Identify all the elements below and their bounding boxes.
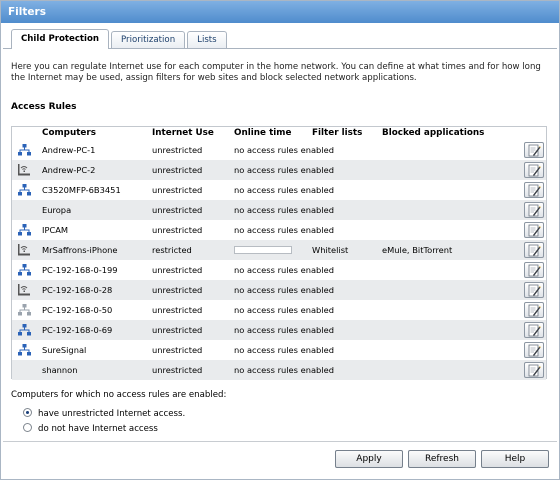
access-rules-table: Computers Internet Use Online time Filte… [11,126,547,380]
computer-name: PC-192-168-0-50 [42,305,113,315]
online-time-value: no access rules enabled [234,285,334,295]
column-header-internet-use: Internet Use [152,128,214,138]
table-row: Andrew-PC-1 unrestricted no access rules e… [12,140,546,160]
table-header: Computers Internet Use Online time Filte… [12,127,546,140]
access-rules-heading: Access Rules [11,102,77,112]
filter-list-value: Whitelist [312,245,349,255]
refresh-button[interactable]: Refresh [408,450,476,468]
edit-button[interactable] [524,262,544,278]
network-lan-inactive-icon [18,300,32,320]
wireless-device-icon [18,280,32,300]
option-no-internet[interactable]: do not have Internet access [23,423,158,434]
table-row: PC-192-168-0-199 unrestricted no access ru… [12,260,546,280]
intro-text: Here you can regulate Internet use for e… [11,62,541,83]
button-bar: Apply Refresh Help [3,441,557,479]
option-no-internet-label: do not have Internet access [38,424,158,434]
internet-use-value: restricted [152,245,192,255]
online-time-value: no access rules enabled [234,185,334,195]
online-time-bar [234,246,292,254]
network-lan-icon [18,220,32,240]
network-lan-icon [18,140,32,160]
column-header-online-time: Online time [234,128,292,138]
internet-use-value: unrestricted [152,345,203,355]
table-row: PC-192-168-0-50 unrestricted no access rul… [12,300,546,320]
edit-button[interactable] [524,182,544,198]
computer-name: SureSignal [42,345,87,355]
wireless-device-icon [18,240,32,260]
computer-name: PC-192-168-0-69 [42,325,113,335]
online-time-value: no access rules enabled [234,325,334,335]
edit-button[interactable] [524,282,544,298]
computer-name: Andrew-PC-1 [42,145,96,155]
blocked-apps-value: eMule, BitTorrent [382,245,453,255]
wireless-device-icon [18,160,32,180]
table-row: Europa unrestricted no access rules enable… [12,200,546,220]
internet-use-value: unrestricted [152,285,203,295]
computer-name: Europa [42,205,72,215]
online-time-value: no access rules enabled [234,165,334,175]
online-time-value: no access rules enabled [234,225,334,235]
edit-button[interactable] [524,362,544,378]
edit-button[interactable] [524,322,544,338]
edit-button[interactable] [524,222,544,238]
network-lan-icon [18,340,32,360]
internet-use-value: unrestricted [152,185,203,195]
column-header-filter-lists: Filter lists [312,128,363,138]
table-row: IPCAM unrestricted no access rules enabled [12,220,546,240]
network-lan-icon [18,180,32,200]
computer-name: PC-192-168-0-28 [42,285,113,295]
online-time-value: no access rules enabled [234,365,334,375]
edit-button[interactable] [524,202,544,218]
internet-use-value: unrestricted [152,165,203,175]
edit-button[interactable] [524,342,544,358]
internet-use-value: unrestricted [152,145,203,155]
option-unrestricted[interactable]: have unrestricted Internet access. [23,408,185,419]
online-time-value: no access rules enabled [234,305,334,315]
edit-button[interactable] [524,242,544,258]
tab-bar: Child Protection Prioritization Lists [11,29,227,49]
network-lan-icon [18,260,32,280]
table-row: SureSignal unrestricted no access rules en… [12,340,546,360]
table-row: PC-192-168-0-69 unrestricted no access rul… [12,320,546,340]
table-row: PC-192-168-0-28 unrestricted no access rul… [12,280,546,300]
online-time-value: no access rules enabled [234,205,334,215]
computer-name: shannon [42,365,78,375]
tab-lists[interactable]: Lists [187,31,227,49]
network-lan-icon [18,320,32,340]
option-unrestricted-label: have unrestricted Internet access. [38,409,186,419]
computer-name: IPCAM [42,225,69,235]
tab-content: Here you can regulate Internet use for e… [3,48,557,440]
online-time-value: no access rules enabled [234,265,334,275]
edit-button[interactable] [524,142,544,158]
computer-name: MrSaffrons-iPhone [42,245,118,255]
online-time-value: no access rules enabled [234,145,334,155]
internet-use-value: unrestricted [152,205,203,215]
column-header-blocked-applications: Blocked applications [382,128,485,138]
computer-name: PC-192-168-0-199 [42,265,118,275]
table-row: MrSaffrons-iPhone restricted Whitelist eMul… [12,240,546,260]
tab-child-protection[interactable]: Child Protection [11,29,110,49]
radio-unrestricted[interactable] [23,408,32,417]
radio-no-internet[interactable] [23,423,32,432]
computer-name: Andrew-PC-2 [42,165,96,175]
table-row: C3520MFP-6B3451 unrestricted no access rul… [12,180,546,200]
table-row: shannon unrestricted no access rules enabl… [12,360,546,380]
internet-use-value: unrestricted [152,305,203,315]
online-time-value: no access rules enabled [234,345,334,355]
internet-use-value: unrestricted [152,365,203,375]
help-button[interactable]: Help [481,450,549,468]
tab-prioritization[interactable]: Prioritization [111,31,186,49]
column-header-computers: Computers [42,128,96,138]
no-rules-label: Computers for which no access rules are … [11,390,227,400]
internet-use-value: unrestricted [152,225,203,235]
internet-use-value: unrestricted [152,265,203,275]
table-row: Andrew-PC-2 unrestricted no access rules e… [12,160,546,180]
edit-button[interactable] [524,302,544,318]
internet-use-value: unrestricted [152,325,203,335]
computer-name: C3520MFP-6B3451 [42,185,121,195]
filters-window: Filters Child Protection Prioritization … [0,0,560,480]
apply-button[interactable]: Apply [335,450,403,468]
edit-button[interactable] [524,162,544,178]
window-title: Filters [1,1,559,23]
